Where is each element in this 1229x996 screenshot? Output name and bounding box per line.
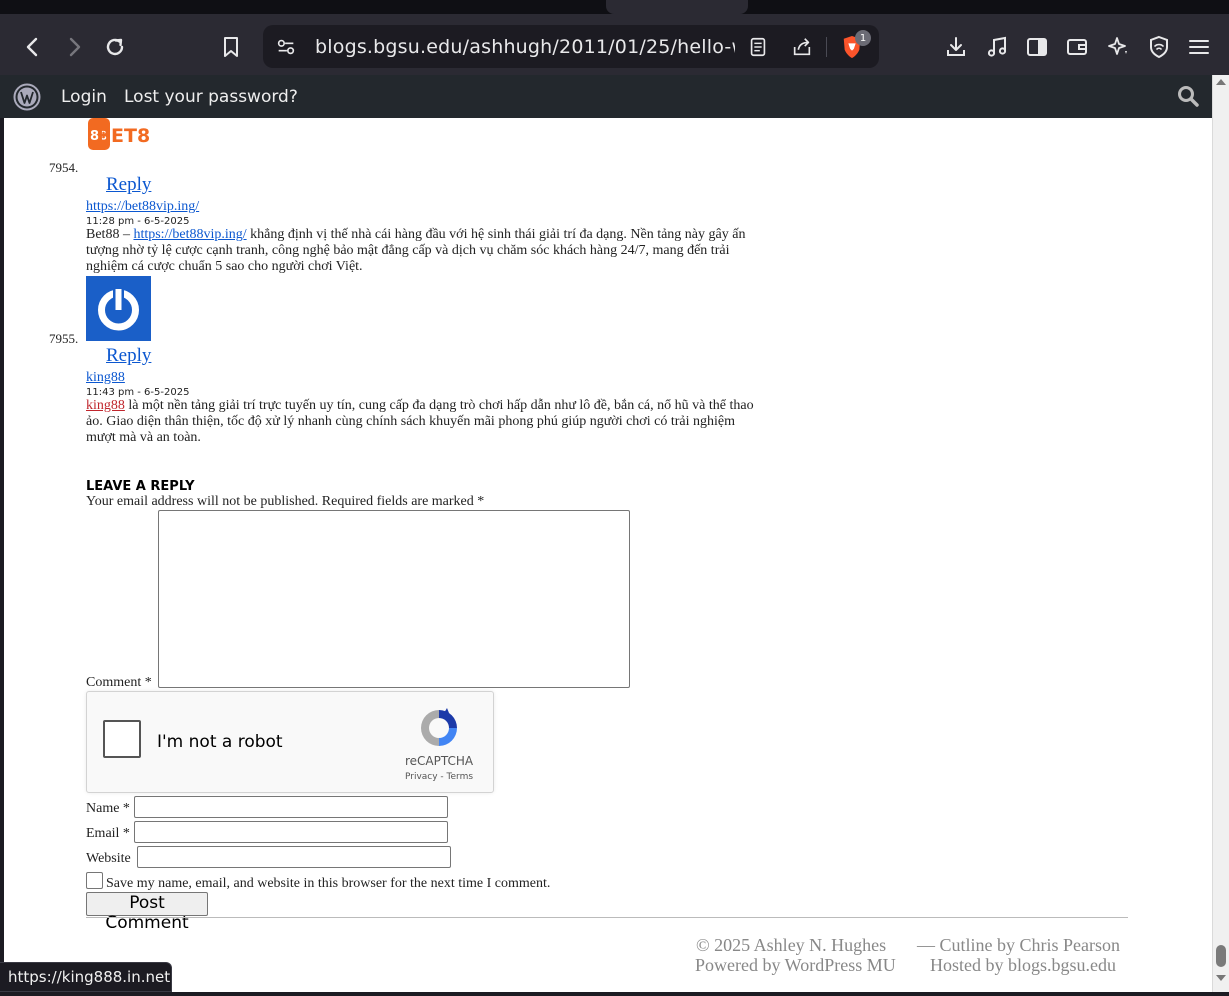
svg-text:BET88: BET88 [97, 125, 151, 147]
reload-button[interactable] [100, 32, 130, 62]
vpn-shield-icon [1150, 35, 1168, 59]
menu-button[interactable] [1184, 32, 1214, 62]
website-input[interactable] [137, 846, 451, 868]
browser-toolbar: blogs.bgsu.edu/ashhugh/2011/01/25/hello-… [0, 14, 1229, 75]
comment-text: king88 là một nền tảng giải trí trực tuy… [86, 398, 766, 446]
comment-textarea[interactable] [158, 510, 630, 688]
hamburger-menu-icon [1189, 40, 1209, 54]
page-scrollbar[interactable] [1212, 75, 1229, 992]
leave-reply-heading: LEAVE A REPLY [86, 479, 195, 494]
search-icon[interactable] [1176, 84, 1200, 108]
urlbar-divider [826, 37, 827, 57]
name-input[interactable] [134, 796, 448, 818]
sparkle-icon [1108, 37, 1127, 55]
comment-author-link[interactable]: king88 [86, 370, 125, 386]
forward-arrow-icon [69, 37, 81, 57]
comment-inline-link[interactable]: https://bet88vip.ing/ [133, 227, 246, 242]
leo-ai-button[interactable] [1103, 32, 1133, 62]
email-input[interactable] [134, 821, 448, 843]
wallet-button[interactable] [1062, 32, 1092, 62]
back-arrow-icon [26, 37, 38, 57]
scroll-up-arrow-icon[interactable] [1216, 79, 1226, 85]
comment-text-prefix: Bet88 – [86, 227, 134, 242]
page-content: 88 BET88 7954. Reply https://bet88vip.in… [4, 118, 1212, 992]
shield-count-badge: 1 [855, 30, 871, 46]
post-comment-button[interactable]: Post Comment [86, 892, 208, 933]
reload-icon [106, 38, 124, 56]
reply-link[interactable]: Reply [106, 174, 151, 196]
share-icon[interactable] [791, 36, 813, 58]
recaptcha-widget: I'm not a robot reCAPTCHA Privacy - Term… [86, 691, 494, 793]
url-text[interactable]: blogs.bgsu.edu/ashhugh/2011/01/25/hello-… [315, 36, 735, 58]
downloads-button[interactable] [941, 32, 971, 62]
wp-admin-bar: Login Lost your password? [0, 75, 1212, 118]
forward-button[interactable] [59, 32, 89, 62]
bet88-logo-image: 88 BET88 [88, 118, 163, 156]
recaptcha-logo-icon [421, 708, 457, 746]
footer-hosted-by[interactable]: Hosted by blogs.bgsu.edu [930, 955, 1116, 976]
address-bar[interactable]: blogs.bgsu.edu/ashhugh/2011/01/25/hello-… [263, 25, 879, 68]
lost-password-link[interactable]: Lost your password? [124, 87, 298, 107]
vpn-button[interactable] [1144, 32, 1174, 62]
recaptcha-privacy-terms[interactable]: Privacy - Terms [397, 772, 481, 782]
name-label: Name * [86, 801, 130, 816]
recaptcha-label: I'm not a robot [157, 732, 283, 752]
comment-label: Comment * [86, 675, 152, 690]
form-notes: Your email address will not be published… [86, 494, 485, 509]
comment-number: 7954. [49, 160, 79, 175]
scroll-down-arrow-icon[interactable] [1216, 975, 1226, 981]
comment-author-link[interactable]: https://bet88vip.ing/ [86, 199, 199, 215]
bookmark-button[interactable] [216, 32, 246, 62]
email-label: Email * [86, 826, 130, 841]
footer-divider [86, 917, 1128, 918]
save-info-label: Save my name, email, and website in this… [106, 876, 551, 891]
scroll-thumb[interactable] [1216, 945, 1226, 967]
comment-timestamp: 11:28 pm - 6-5-2025 [86, 216, 190, 227]
comment-inline-link[interactable]: king88 [86, 398, 125, 413]
recaptcha-brand: reCAPTCHA [404, 754, 474, 768]
comment-text-body: là một nền tảng giải trí trực tuyến uy t… [86, 398, 754, 445]
media-button[interactable] [982, 32, 1012, 62]
recaptcha-checkbox[interactable] [103, 720, 141, 758]
save-info-checkbox[interactable] [86, 872, 103, 889]
comment-timestamp: 11:43 pm - 6-5-2025 [86, 387, 190, 398]
login-link[interactable]: Login [61, 87, 107, 107]
power-symbol-icon [98, 286, 139, 331]
comment-text: Bet88 – https://bet88vip.ing/ khẳng định… [86, 227, 766, 275]
website-label: Website [86, 851, 131, 866]
reader-mode-icon[interactable] [747, 36, 769, 58]
footer-powered-by[interactable]: Powered by WordPress MU [695, 955, 896, 976]
bookmark-icon [224, 37, 238, 57]
king88-avatar [86, 276, 151, 341]
bet88-avatar: 88 BET88 [86, 118, 163, 167]
footer-theme-credit[interactable]: — Cutline by Chris Pearson [917, 935, 1120, 956]
active-tab[interactable] [606, 0, 748, 14]
site-settings-icon[interactable] [275, 36, 297, 58]
wallet-icon [1067, 39, 1087, 55]
download-icon [947, 37, 965, 56]
tab-strip [0, 0, 1229, 14]
sidebar-icon [1027, 38, 1047, 56]
reply-link[interactable]: Reply [106, 345, 151, 367]
comment-number: 7955. [49, 331, 79, 346]
link-status-bubble: https://king888.in.net [0, 962, 172, 992]
back-button[interactable] [18, 32, 48, 62]
sidebar-button[interactable] [1022, 32, 1052, 62]
music-note-icon [987, 36, 1007, 57]
wordpress-logo-icon[interactable] [13, 83, 41, 111]
footer-copyright: © 2025 Ashley N. Hughes [696, 935, 887, 955]
